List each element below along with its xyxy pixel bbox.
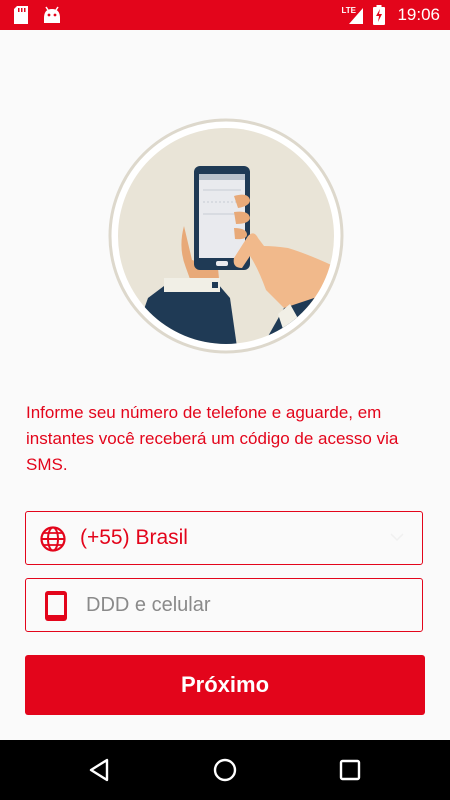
instructions-text: Informe seu número de telefone e aguarde… bbox=[26, 403, 399, 474]
globe-icon bbox=[40, 526, 66, 552]
screen: LTE 19:06 Informe seu número de telefone… bbox=[0, 0, 450, 800]
phone-input[interactable] bbox=[86, 579, 406, 631]
next-button[interactable]: Próximo bbox=[25, 655, 425, 715]
mobile-phone-icon bbox=[45, 591, 67, 621]
sd-card-icon bbox=[14, 6, 28, 24]
status-time: 19:06 bbox=[397, 5, 440, 24]
status-system-icons: LTE 19:06 bbox=[341, 0, 440, 30]
chevron-down-icon bbox=[390, 533, 404, 542]
hand-holding-phone-illustration bbox=[108, 118, 344, 354]
android-debug-icon bbox=[44, 6, 60, 23]
recent-apps-square-icon[interactable] bbox=[336, 756, 364, 784]
signal-icon: LTE bbox=[341, 0, 365, 30]
home-circle-icon[interactable] bbox=[211, 756, 239, 784]
status-bar: LTE 19:06 bbox=[0, 0, 450, 30]
status-notifications bbox=[14, 6, 62, 24]
phone-field[interactable] bbox=[25, 578, 423, 632]
back-triangle-icon[interactable] bbox=[86, 756, 114, 784]
country-select[interactable]: (+55) Brasil bbox=[25, 511, 423, 565]
battery-charging-icon bbox=[373, 5, 386, 25]
country-value: (+55) Brasil bbox=[80, 526, 188, 549]
navigation-bar bbox=[0, 740, 450, 800]
